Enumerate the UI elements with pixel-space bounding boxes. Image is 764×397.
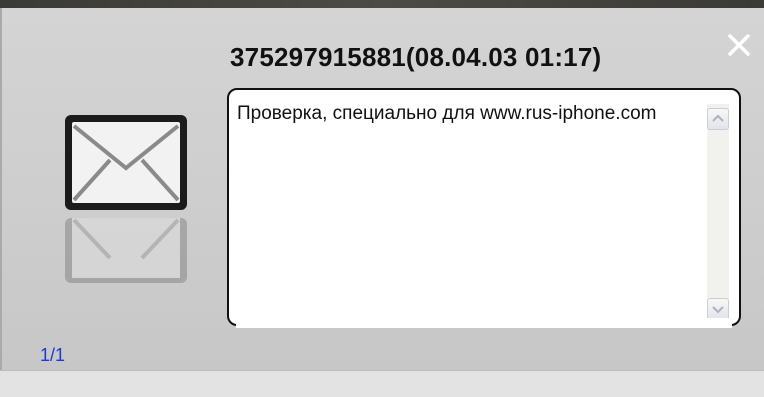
chevron-down-icon — [712, 306, 724, 314]
message-counter[interactable]: 1/1 — [40, 345, 65, 366]
message-text-area[interactable]: Проверка, специально для www.rus-iphone.… — [227, 88, 741, 326]
message-text: Проверка, специально для www.rus-iphone.… — [237, 103, 657, 124]
envelope-reflection-icon — [65, 218, 187, 283]
vertical-scrollbar[interactable] — [707, 104, 729, 322]
notification-title: 375297915881(08.04.03 01:17) — [230, 42, 602, 72]
close-button[interactable] — [724, 30, 754, 60]
status-bar — [0, 370, 764, 397]
scroll-down-button[interactable] — [707, 298, 729, 320]
message-bottom-strip — [236, 318, 732, 328]
scroll-up-button[interactable] — [707, 108, 729, 130]
envelope-icon — [65, 115, 187, 210]
chevron-up-icon — [712, 114, 724, 122]
close-icon — [728, 34, 750, 56]
